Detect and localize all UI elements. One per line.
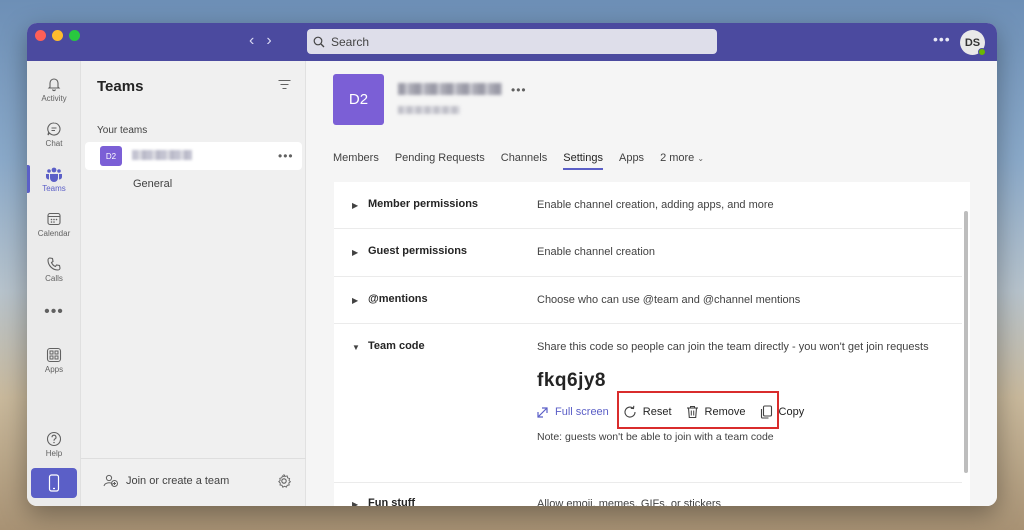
rail-item-help[interactable]: Help — [27, 422, 81, 466]
caret-right-icon: ▶ — [352, 296, 359, 305]
tab-more-label: 2 more — [660, 152, 695, 164]
copy-label: Copy — [778, 406, 805, 418]
minimize-window-button[interactable] — [52, 30, 63, 41]
window-controls — [35, 30, 80, 41]
teams-list-panel: Teams Your teams D2 ••• General Join or … — [81, 61, 306, 506]
phone-icon — [47, 256, 61, 271]
rail-item-activity[interactable]: Activity — [27, 67, 81, 111]
setting-description: Allow emoji, memes, GIFs, or stickers — [537, 498, 721, 506]
more-options-icon[interactable]: ••• — [933, 31, 951, 47]
bell-icon — [47, 77, 61, 91]
join-create-team-button[interactable]: Join or create a team — [103, 474, 229, 487]
user-initials: DS — [964, 36, 981, 49]
setting-description: Share this code so people can join the t… — [537, 341, 929, 353]
tab-channels[interactable]: Channels — [501, 152, 547, 170]
setting-name: Member permissions — [368, 198, 479, 210]
mobile-phone-icon — [48, 474, 60, 492]
divider — [81, 458, 306, 459]
presence-status-icon — [978, 48, 986, 56]
setting-name: Fun stuff — [368, 497, 416, 506]
close-window-button[interactable] — [35, 30, 46, 41]
team-code-note: Note: guests won't be able to join with … — [537, 431, 774, 443]
title-bar: ‹ › ••• DS — [27, 23, 997, 61]
calendar-icon — [47, 212, 61, 225]
setting-name: Team code — [368, 340, 425, 352]
rail-label: Teams — [42, 183, 66, 193]
chevron-down-icon: ⌄ — [697, 154, 705, 163]
tab-apps[interactable]: Apps — [619, 152, 644, 170]
setting-description: Enable channel creation — [537, 246, 656, 258]
setting-row-member-permissions[interactable]: ▶ Member permissions Enable channel crea… — [334, 182, 962, 229]
setting-description: Choose who can use @team and @channel me… — [537, 294, 801, 306]
team-more-icon[interactable]: ••• — [278, 149, 294, 163]
chat-icon — [47, 121, 61, 135]
history-nav: ‹ › — [249, 32, 272, 50]
search-icon — [313, 36, 325, 47]
tab-more[interactable]: 2 more ⌄ — [660, 152, 704, 170]
tab-bar: Members Pending Requests Channels Settin… — [333, 152, 720, 170]
section-label: Your teams — [97, 125, 148, 136]
add-team-icon — [103, 474, 118, 487]
more-apps-icon[interactable]: ••• — [27, 303, 81, 321]
setting-row-fun-stuff[interactable]: ▶ Fun stuff Allow emoji, memes, GIFs, or… — [334, 483, 962, 506]
apps-icon — [46, 347, 62, 362]
join-create-label: Join or create a team — [126, 474, 230, 487]
rail-label: Calendar — [37, 228, 71, 238]
rail-label: Activity — [41, 93, 67, 103]
search-input[interactable] — [331, 34, 701, 49]
team-title-redacted — [398, 83, 502, 95]
gear-icon[interactable] — [277, 474, 291, 488]
caret-right-icon: ▶ — [352, 201, 359, 210]
caret-right-icon: ▶ — [352, 500, 359, 506]
expand-icon — [537, 406, 548, 418]
team-name-redacted — [132, 150, 192, 160]
search-box[interactable] — [307, 29, 717, 54]
caret-down-icon: ▼ — [352, 343, 360, 352]
rail-label: Help — [45, 448, 63, 458]
rail-label: Apps — [44, 364, 64, 374]
team-avatar: D2 — [100, 146, 122, 166]
setting-name: @mentions — [368, 293, 428, 305]
setting-row-guest-permissions[interactable]: ▶ Guest permissions Enable channel creat… — [334, 229, 962, 277]
team-options-icon[interactable]: ••• — [511, 83, 527, 97]
team-subtitle-redacted — [398, 106, 460, 114]
highlight-box — [617, 391, 779, 429]
tab-settings[interactable]: Settings — [563, 152, 603, 170]
help-icon — [46, 431, 62, 446]
back-arrow-icon[interactable]: ‹ — [249, 32, 254, 50]
full-screen-button[interactable]: Full screen — [536, 406, 609, 419]
setting-description: Enable channel creation, adding apps, an… — [537, 199, 774, 211]
forward-arrow-icon[interactable]: › — [266, 32, 271, 50]
vertical-scrollbar[interactable] — [964, 211, 968, 473]
settings-panel: ▶ Member permissions Enable channel crea… — [334, 182, 970, 506]
rail-item-apps[interactable]: Apps — [27, 338, 81, 382]
team-item[interactable]: D2 ••• — [85, 142, 302, 170]
tab-members[interactable]: Members — [333, 152, 379, 170]
full-screen-label: Full screen — [555, 406, 609, 418]
channel-item-general[interactable]: General — [133, 178, 172, 190]
team-code-value: fkq6jy8 — [537, 370, 606, 391]
rail-item-calls[interactable]: Calls — [27, 247, 81, 291]
main-content: D2 ••• Members Pending Requests Channels… — [306, 61, 997, 506]
tab-pending-requests[interactable]: Pending Requests — [395, 152, 485, 170]
user-avatar[interactable]: DS — [960, 30, 986, 56]
rail-item-chat[interactable]: Chat — [27, 112, 81, 156]
panel-title: Teams — [97, 78, 144, 95]
setting-name: Guest permissions — [368, 245, 468, 257]
team-header-avatar: D2 — [333, 74, 384, 125]
teams-window: ‹ › ••• DS Activity Chat Teams Calendar — [27, 23, 997, 506]
teams-icon — [46, 167, 62, 182]
mobile-app-button[interactable] — [31, 468, 77, 498]
rail-item-teams[interactable]: Teams — [27, 157, 81, 201]
zoom-window-button[interactable] — [69, 30, 80, 41]
caret-right-icon: ▶ — [352, 248, 359, 257]
setting-row-mentions[interactable]: ▶ @mentions Choose who can use @team and… — [334, 277, 962, 324]
rail-label: Calls — [45, 273, 63, 283]
rail-label: Chat — [45, 138, 63, 148]
rail-item-calendar[interactable]: Calendar — [27, 202, 81, 246]
filter-icon[interactable] — [278, 79, 291, 90]
app-rail: Activity Chat Teams Calendar Calls ••• A… — [27, 61, 81, 506]
